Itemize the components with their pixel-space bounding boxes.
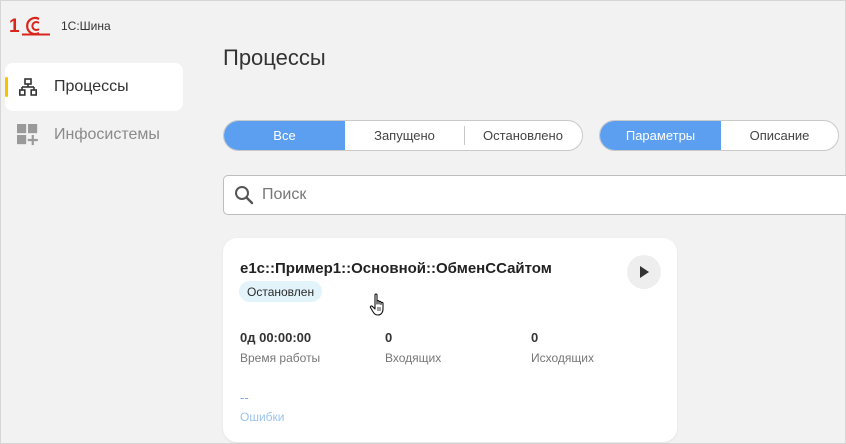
sidebar-item-label: Инфосистемы [54,126,160,143]
stat-value: 0 [531,330,539,345]
process-name: e1c::Пример1::Основной::ОбменССайтом [240,260,552,277]
process-card[interactable]: e1c::Пример1::Основной::ОбменССайтом Ост… [223,238,677,442]
sidebar-item-infosystems[interactable]: Инфосистемы [5,111,183,159]
sidebar-item-processes[interactable]: Процессы [5,63,183,111]
tab-all[interactable]: Все [224,121,345,150]
svg-text:1: 1 [9,16,20,37]
tab-stopped[interactable]: Остановлено [464,121,582,150]
stat-label: Время работы [240,351,321,365]
stat-uptime: 0д 00:00:00 Время работы [240,330,320,365]
infosystems-grid-icon [17,124,39,146]
stat-label: Входящих [385,351,442,365]
tab-parameters[interactable]: Параметры [600,121,721,150]
search-icon [235,186,254,205]
errors-label: Ошибки [240,410,285,424]
sidebar-item-label: Процессы [54,78,129,95]
stat-outgoing: 0 Исходящих [531,330,594,365]
stat-value: 0 [385,330,393,345]
stat-errors[interactable]: -- Ошибки [240,390,285,424]
view-tabs: Параметры Описание [599,120,839,151]
stat-incoming: 0 Входящих [385,330,441,365]
errors-value: -- [240,390,249,405]
hand-cursor-icon [369,293,384,316]
1c-logo-icon: 1 [9,16,50,37]
play-icon [640,266,649,278]
app-name: 1С:Шина [61,19,111,33]
tab-running[interactable]: Запущено [345,121,464,150]
page-title: Процессы [223,45,326,70]
process-tree-icon [17,76,39,98]
status-badge: Остановлен [239,281,323,302]
status-filter-tabs: Все Запущено Остановлено [223,120,583,151]
search-input[interactable] [262,186,822,204]
search-box [223,175,846,215]
stat-label: Исходящих [531,351,594,365]
app-logo: 1 1С:Шина [9,15,111,37]
start-process-button[interactable] [627,255,661,289]
stat-value: 0д 00:00:00 [240,330,312,345]
tab-description[interactable]: Описание [721,121,838,150]
